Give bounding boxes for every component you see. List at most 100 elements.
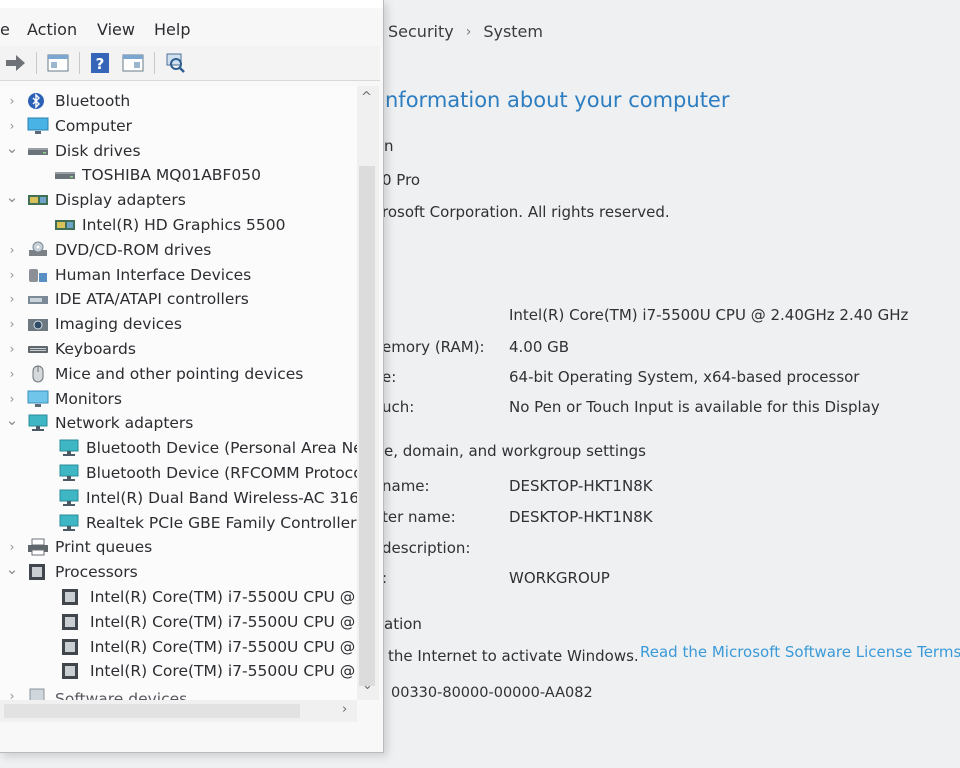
chevron-right-icon[interactable]: › — [6, 392, 18, 406]
chevron-right-icon: › — [465, 23, 472, 40]
tree-item-label: Intel(R) Core(TM) i7-5500U CPU @ 2.4 — [90, 612, 357, 631]
copyright-text: rosoft Corporation. All rights reserved. — [382, 203, 670, 221]
scrollbar-thumb[interactable] — [359, 166, 375, 686]
tree-category-row[interactable]: ⌄ Network adapters — [0, 411, 357, 435]
tree-category-row[interactable]: ⌄ Processors — [0, 560, 357, 584]
tree-device-row[interactable]: Realtek PCIe GBE Family Controller — [0, 511, 357, 535]
tree-device-row[interactable]: TOSHIBA MQ01ABF050 — [0, 163, 357, 187]
menu-help[interactable]: Help — [154, 20, 190, 39]
pen-touch-value: No Pen or Touch Input is available for t… — [509, 398, 880, 416]
network-adapter-icon — [58, 464, 79, 482]
activation-heading: ation — [384, 615, 422, 633]
tree-category-row[interactable]: › DVD/CD-ROM drives — [0, 238, 357, 262]
breadcrumb-item-security[interactable]: Security — [388, 22, 454, 41]
ram-value: 4.00 GB — [509, 338, 570, 356]
chevron-right-icon[interactable]: › — [342, 702, 347, 717]
tree-category-row[interactable]: › Computer — [0, 114, 357, 138]
chevron-right-icon[interactable]: › — [6, 317, 18, 331]
tree-item-label: Imaging devices — [55, 315, 182, 334]
tree-category-row[interactable]: › Bluetooth — [0, 89, 357, 113]
tree-category-row[interactable]: › Mice and other pointing devices — [0, 362, 357, 386]
network-adapter-icon — [27, 414, 48, 432]
spec-label: emory (RAM): — [382, 338, 485, 356]
chevron-down-icon[interactable]: ⌄ — [362, 678, 373, 693]
chevron-down-icon[interactable]: ⌄ — [6, 560, 19, 578]
tree-category-row[interactable]: › Monitors — [0, 387, 357, 411]
license-terms-link[interactable]: Read the Microsoft Software License Term… — [640, 643, 960, 661]
workgroup-value: WORKGROUP — [509, 569, 610, 587]
domain-label: ter name: — [382, 508, 456, 526]
processor-icon — [60, 588, 80, 606]
tree-category-row[interactable]: ⌄ Disk drives — [0, 139, 357, 163]
svg-text:?: ? — [96, 55, 105, 73]
menu-file[interactable]: e — [0, 20, 10, 39]
tree-device-row[interactable]: Intel(R) Dual Band Wireless-AC 3160 — [0, 486, 357, 510]
chevron-right-icon[interactable]: › — [6, 292, 18, 306]
tree-item-label: Intel(R) HD Graphics 5500 — [82, 216, 286, 234]
chevron-right-icon[interactable]: › — [6, 342, 18, 356]
tree-device-row[interactable]: Intel(R) Core(TM) i7-5500U CPU @ 2.4 — [0, 610, 357, 634]
scrollbar-thumb[interactable] — [4, 704, 300, 718]
chevron-right-icon[interactable]: › — [6, 689, 18, 700]
toolbar: ? — [0, 46, 380, 81]
breadcrumb-item-system[interactable]: System — [483, 22, 543, 41]
bluetooth-icon — [27, 92, 47, 110]
tree-item-label: Intel(R) Core(TM) i7-5500U CPU @ 2.4 — [90, 662, 357, 681]
tree-device-row[interactable]: Intel(R) HD Graphics 5500 — [0, 213, 357, 237]
chevron-right-icon[interactable]: › — [6, 540, 18, 554]
tree-category-row[interactable]: › Software devices — [0, 684, 357, 700]
tree-item-label: Software devices — [55, 690, 188, 700]
tree-device-row[interactable]: Intel(R) Core(TM) i7-5500U CPU @ 2.4 — [0, 635, 357, 659]
menu-bar: e Action View Help — [0, 10, 383, 46]
dvd-drive-icon — [27, 241, 47, 259]
chevron-down-icon[interactable]: ⌄ — [6, 139, 19, 157]
processor-icon — [60, 638, 80, 656]
tree-device-row[interactable]: Bluetooth Device (RFCOMM Protocol — [0, 461, 357, 485]
tree-category-row[interactable]: › Keyboards — [0, 337, 357, 361]
tree-category-row[interactable]: ⌄ Display adapters — [0, 188, 357, 212]
scan-hardware-icon[interactable] — [164, 52, 186, 74]
menu-action[interactable]: Action — [27, 20, 77, 39]
menu-view[interactable]: View — [97, 20, 135, 39]
tree-item-label: Human Interface Devices — [55, 265, 252, 284]
tree-device-row[interactable]: Bluetooth Device (Personal Area Netv — [0, 436, 357, 460]
processor-icon — [27, 563, 47, 581]
chevron-right-icon[interactable]: › — [6, 243, 18, 257]
chevron-right-icon[interactable]: › — [6, 119, 18, 133]
network-adapter-icon — [58, 439, 79, 457]
tree-category-row[interactable]: › Human Interface Devices — [0, 263, 357, 287]
disk-drive-icon — [54, 166, 75, 184]
horizontal-scrollbar[interactable]: › — [0, 700, 357, 722]
chevron-right-icon[interactable]: › — [6, 367, 18, 381]
ide-controller-icon — [27, 290, 48, 308]
title-bar[interactable] — [0, 0, 383, 8]
monitor-icon — [27, 390, 49, 408]
vertical-scrollbar[interactable]: ^ ⌄ — [357, 86, 379, 700]
processor-icon — [60, 613, 80, 631]
tree-device-row[interactable]: Intel(R) Core(TM) i7-5500U CPU @ 2.4 — [0, 659, 357, 683]
hid-icon — [27, 266, 47, 284]
chevron-up-icon[interactable]: ^ — [361, 90, 372, 105]
tree-device-row[interactable]: Intel(R) Core(TM) i7-5500U CPU @ 2.4 — [0, 585, 357, 609]
spec-label: e: — [382, 368, 397, 386]
properties-pane-icon[interactable] — [47, 52, 69, 74]
tree-item-label: Display adapters — [55, 191, 186, 210]
show-hidden-icon[interactable] — [122, 52, 144, 74]
chevron-down-icon[interactable]: ⌄ — [6, 188, 19, 206]
chevron-down-icon[interactable]: ⌄ — [6, 411, 19, 429]
toolbar-divider — [79, 52, 80, 74]
mouse-icon — [27, 365, 47, 383]
tree-category-row[interactable]: › Print queues — [0, 535, 357, 559]
chevron-right-icon[interactable]: › — [6, 94, 18, 108]
tree-category-row[interactable]: › IDE ATA/ATAPI controllers — [0, 287, 357, 311]
chevron-right-icon[interactable]: › — [6, 268, 18, 282]
tree-item-label: Print queues — [55, 538, 153, 557]
help-icon[interactable]: ? — [89, 52, 111, 74]
product-id-value: 00330-80000-00000-AA082 — [391, 685, 593, 701]
disk-drive-icon — [27, 142, 48, 160]
domain-heading: e, domain, and workgroup settings — [384, 442, 646, 460]
computer-name-value: DESKTOP-HKT1N8K — [509, 477, 653, 495]
forward-arrow-icon[interactable] — [4, 52, 26, 74]
tree-category-row[interactable]: › Imaging devices — [0, 312, 357, 336]
tree-item-label: Computer — [55, 116, 133, 135]
